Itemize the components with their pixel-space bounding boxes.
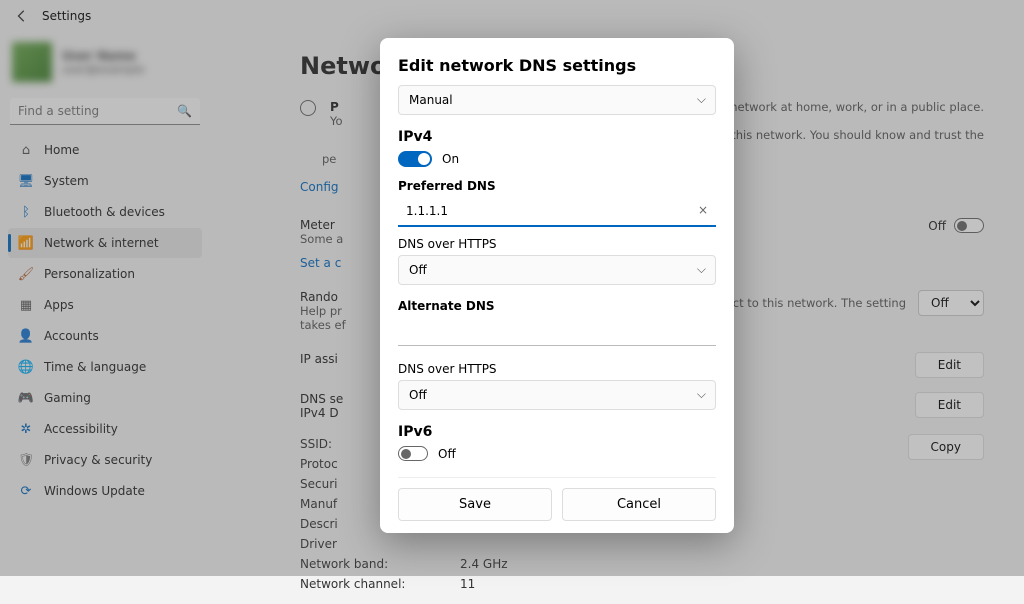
doh2-label: DNS over HTTPS	[398, 362, 716, 376]
profile-line1a: Yo	[330, 114, 343, 128]
nav-label: System	[44, 174, 89, 188]
nav-icon: 🌐	[18, 359, 34, 375]
nav-icon: ▦	[18, 297, 34, 313]
header-title: Settings	[42, 9, 91, 23]
search-input[interactable]	[10, 98, 200, 125]
avatar	[12, 42, 52, 82]
property-value: 2.4 GHz	[460, 557, 508, 571]
profile-name: User Name	[62, 49, 144, 63]
metered-toggle-label: Off	[928, 219, 946, 233]
network-profile-radio[interactable]	[300, 100, 316, 116]
sidebar-item-system[interactable]: 🖥 System	[8, 166, 202, 196]
nav-icon: ⟳	[18, 483, 34, 499]
ipv4-heading: IPv4	[398, 129, 716, 145]
save-button[interactable]: Save	[398, 488, 552, 521]
preferred-dns-input[interactable]	[398, 197, 716, 227]
alternate-dns-label: Alternate DNS	[398, 299, 716, 313]
sidebar-item-apps[interactable]: ▦ Apps	[8, 290, 202, 320]
ip-assignment-label: IP assi	[300, 352, 338, 366]
ipv4-state-label: On	[442, 152, 459, 166]
property-row: Network band: 2.4 GHz	[300, 554, 508, 574]
nav-icon: ⌂	[18, 142, 34, 158]
metered-desc: Some a	[300, 232, 343, 246]
random-mac-desc2: takes ef	[300, 318, 346, 332]
preferred-dns-label: Preferred DNS	[398, 179, 716, 193]
nav-icon: ᛒ	[18, 204, 34, 220]
property-row: Network channel: 11	[300, 574, 508, 594]
dns-value: IPv4 D	[300, 406, 343, 420]
ip-edit-button[interactable]: Edit	[915, 352, 984, 378]
doh1-label: DNS over HTTPS	[398, 237, 716, 251]
back-button[interactable]	[12, 6, 32, 26]
nav-icon: 🛡	[18, 452, 34, 468]
sidebar-item-gaming[interactable]: 🎮 Gaming	[8, 383, 202, 413]
nav-icon: ✲	[18, 421, 34, 437]
sidebar-item-network-internet[interactable]: 📶 Network & internet	[8, 228, 202, 258]
property-label: Driver	[300, 537, 420, 551]
property-label: Network channel:	[300, 577, 420, 591]
profile-email: user@example	[62, 63, 144, 76]
nav-label: Bluetooth & devices	[44, 205, 165, 219]
ipv6-heading: IPv6	[398, 424, 716, 440]
doh1-select[interactable]: Off	[398, 255, 716, 285]
dns-assignment-label: DNS se	[300, 392, 343, 406]
dns-mode-select[interactable]: Manual	[398, 85, 716, 115]
nav-label: Gaming	[44, 391, 91, 405]
nav-label: Personalization	[44, 267, 135, 281]
search-icon: 🔍	[177, 104, 192, 118]
nav-icon: 🎮	[18, 390, 34, 406]
profile-block[interactable]: User Name user@example	[8, 38, 202, 92]
sidebar-item-bluetooth-devices[interactable]: ᛒ Bluetooth & devices	[8, 197, 202, 227]
nav-label: Home	[44, 143, 79, 157]
nav-icon: 📶	[18, 235, 34, 251]
ipv6-state-label: Off	[438, 447, 456, 461]
nav-icon: 🖌	[18, 266, 34, 282]
nav-label: Windows Update	[44, 484, 145, 498]
property-row: Driver	[300, 534, 508, 554]
random-mac-select[interactable]: Off	[918, 290, 984, 316]
sidebar-item-accounts[interactable]: 👤 Accounts	[8, 321, 202, 351]
sidebar-item-privacy-security[interactable]: 🛡 Privacy & security	[8, 445, 202, 475]
metered-label: Meter	[300, 218, 343, 232]
random-mac-label: Rando	[300, 290, 346, 304]
metered-toggle[interactable]	[954, 218, 984, 233]
arrow-left-icon	[15, 9, 29, 23]
nav-label: Accounts	[44, 329, 99, 343]
cancel-button[interactable]: Cancel	[562, 488, 716, 521]
random-mac-desc1: Help pr	[300, 304, 346, 318]
clear-input-icon[interactable]: ×	[698, 203, 708, 217]
sidebar-item-windows-update[interactable]: ⟳ Windows Update	[8, 476, 202, 506]
nav-label: Apps	[44, 298, 74, 312]
sidebar-item-accessibility[interactable]: ✲ Accessibility	[8, 414, 202, 444]
property-value: 11	[460, 577, 475, 591]
property-label: Network band:	[300, 557, 420, 571]
ipv4-toggle[interactable]	[398, 151, 432, 167]
ipv6-toggle[interactable]	[398, 446, 428, 461]
dialog-title: Edit network DNS settings	[398, 56, 716, 75]
nav-icon: 🖥	[18, 173, 34, 189]
random-desc-suffix: nnect to this network. The setting	[711, 296, 906, 310]
profile-heading: P	[330, 100, 343, 114]
nav-label: Accessibility	[44, 422, 118, 436]
nav-label: Network & internet	[44, 236, 159, 250]
sidebar-item-time-language[interactable]: 🌐 Time & language	[8, 352, 202, 382]
copy-button[interactable]: Copy	[908, 434, 984, 460]
doh2-select[interactable]: Off	[398, 380, 716, 410]
nav-icon: 👤	[18, 328, 34, 344]
edit-dns-dialog: Edit network DNS settings Manual IPv4 On…	[380, 38, 734, 533]
sidebar-item-home[interactable]: ⌂ Home	[8, 135, 202, 165]
dns-edit-button[interactable]: Edit	[915, 392, 984, 418]
sidebar-item-personalization[interactable]: 🖌 Personalization	[8, 259, 202, 289]
nav-label: Privacy & security	[44, 453, 152, 467]
alternate-dns-input[interactable]	[398, 317, 716, 346]
nav-label: Time & language	[44, 360, 146, 374]
